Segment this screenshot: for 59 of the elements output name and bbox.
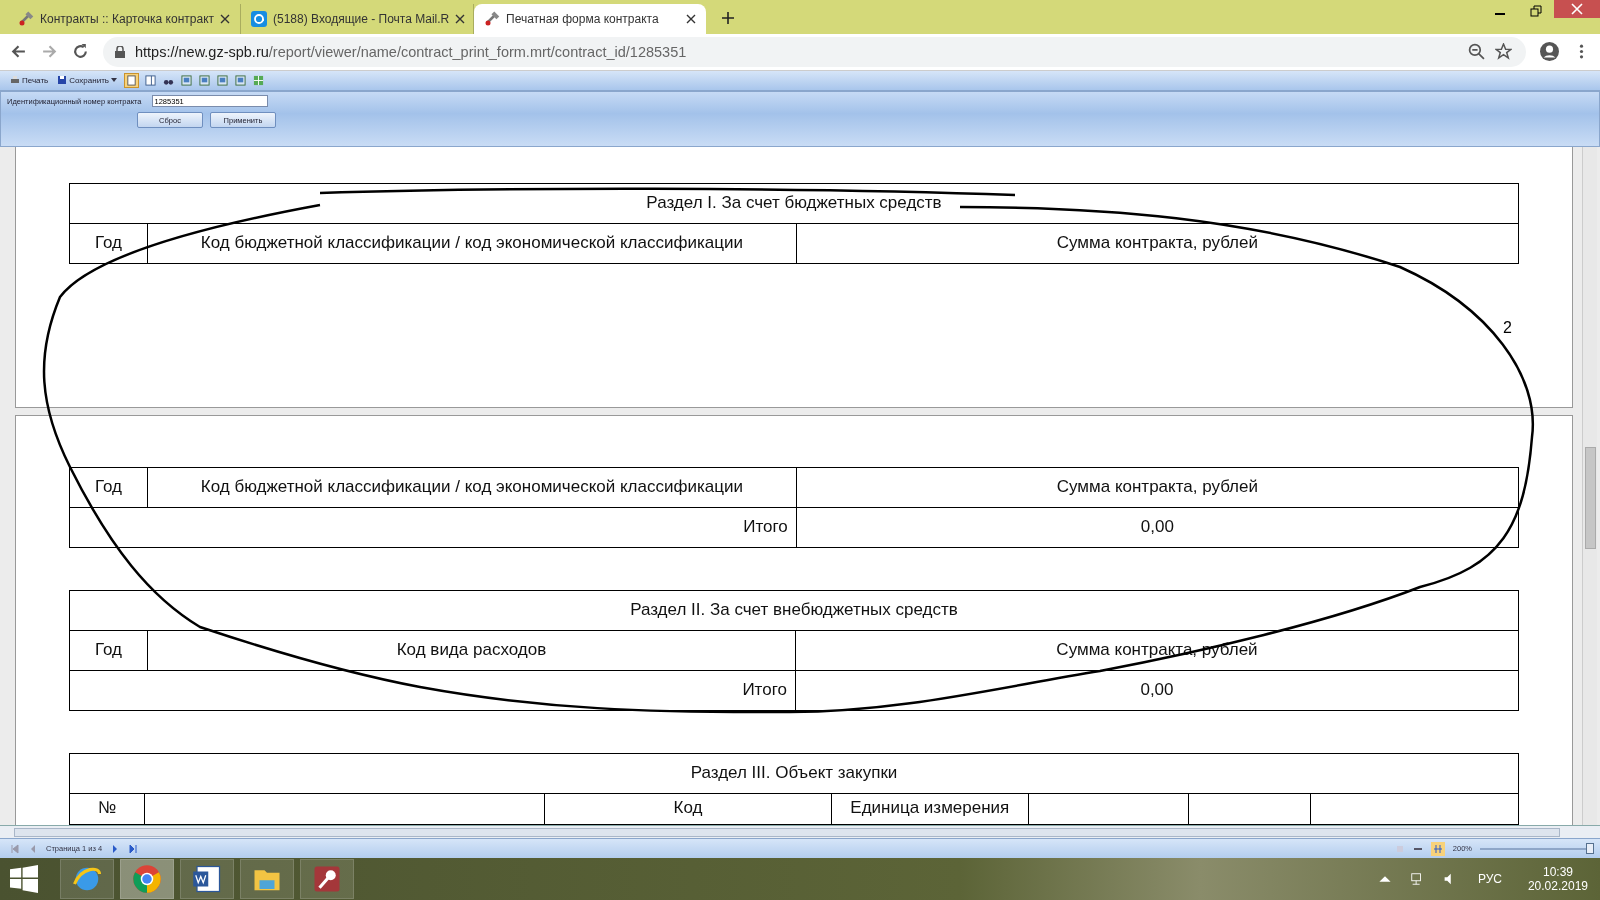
word-icon[interactable] bbox=[180, 859, 234, 900]
page-view-icon[interactable] bbox=[124, 72, 139, 88]
reload-icon[interactable] bbox=[72, 43, 89, 61]
close-button[interactable] bbox=[1554, 0, 1600, 18]
close-icon[interactable] bbox=[686, 14, 696, 24]
network-icon[interactable] bbox=[1409, 872, 1424, 887]
lock-icon bbox=[115, 45, 125, 58]
column-header: Год bbox=[69, 223, 148, 264]
page-layout-icon[interactable] bbox=[180, 73, 193, 87]
total-label: Итого bbox=[69, 670, 796, 711]
column-header: Код бюджетной классификации / код экономической классификации bbox=[147, 467, 797, 508]
layout-icon[interactable] bbox=[144, 73, 157, 87]
browser-tab[interactable]: Печатная форма контракта bbox=[474, 4, 706, 34]
profile-icon[interactable] bbox=[1540, 42, 1559, 62]
column-header: Сумма контракта, рублей bbox=[796, 223, 1519, 264]
caret-icon bbox=[111, 78, 117, 83]
section-title: Раздел I. За счет бюджетных средств bbox=[69, 183, 1519, 224]
key-app-icon[interactable] bbox=[300, 859, 354, 900]
page-number: 2 bbox=[1503, 318, 1512, 337]
column-header: Год bbox=[69, 630, 148, 671]
page-layout-icon[interactable] bbox=[234, 73, 247, 87]
total-label: Итого bbox=[69, 507, 797, 548]
column-header: № bbox=[69, 793, 145, 825]
close-icon[interactable] bbox=[220, 14, 230, 24]
column-header: Единица измерения bbox=[831, 793, 1029, 825]
grid-icon[interactable] bbox=[252, 73, 265, 87]
column-header: Код бюджетной классификации / код экономической классификации bbox=[147, 223, 797, 264]
browser-globe-icon[interactable] bbox=[60, 859, 114, 900]
vertical-scrollbar[interactable] bbox=[1582, 146, 1597, 825]
section-title: Раздел II. За счет внебюджетных средств bbox=[69, 590, 1519, 631]
fit-width-icon[interactable] bbox=[1430, 841, 1445, 856]
address-bar[interactable]: https://new.gz-spb.ru/report/viewer/name/contract_print_form.mrt/contract_id/1285351 bbox=[103, 36, 1526, 67]
zoom-out-icon[interactable] bbox=[1468, 43, 1485, 61]
folder-icon[interactable] bbox=[240, 859, 294, 900]
total-value: 0,00 bbox=[795, 670, 1519, 711]
last-page-icon[interactable] bbox=[128, 843, 139, 854]
hammer-icon bbox=[18, 11, 34, 27]
column-header: Сумма контракта, рублей bbox=[796, 467, 1519, 508]
slider-thumb[interactable] bbox=[1586, 842, 1594, 854]
column-header: Код bbox=[544, 793, 832, 825]
page-layout-icon[interactable] bbox=[216, 73, 229, 87]
printer-icon bbox=[10, 75, 20, 86]
save-button[interactable]: Сохранить bbox=[55, 75, 119, 86]
column-header: Год bbox=[69, 467, 148, 508]
language-indicator[interactable]: РУС bbox=[1477, 872, 1502, 887]
star-icon[interactable] bbox=[1495, 43, 1512, 61]
at-sign-icon bbox=[251, 11, 267, 27]
clock[interactable]: 10:39 20.02.2019 bbox=[1527, 865, 1588, 894]
section-title: Раздел III. Объект закупки bbox=[69, 753, 1519, 794]
print-button[interactable]: Печать bbox=[8, 75, 51, 86]
page-layout-icon[interactable] bbox=[198, 73, 211, 87]
chrome-icon[interactable] bbox=[120, 859, 174, 900]
close-icon bbox=[1571, 3, 1583, 15]
close-icon[interactable] bbox=[455, 14, 466, 24]
windows-logo-icon[interactable] bbox=[10, 865, 38, 894]
column-header: Код вида расходов bbox=[147, 630, 796, 671]
hammer-icon bbox=[484, 11, 500, 27]
new-tab-icon[interactable] bbox=[722, 12, 734, 24]
restore-icon[interactable] bbox=[1530, 5, 1542, 17]
